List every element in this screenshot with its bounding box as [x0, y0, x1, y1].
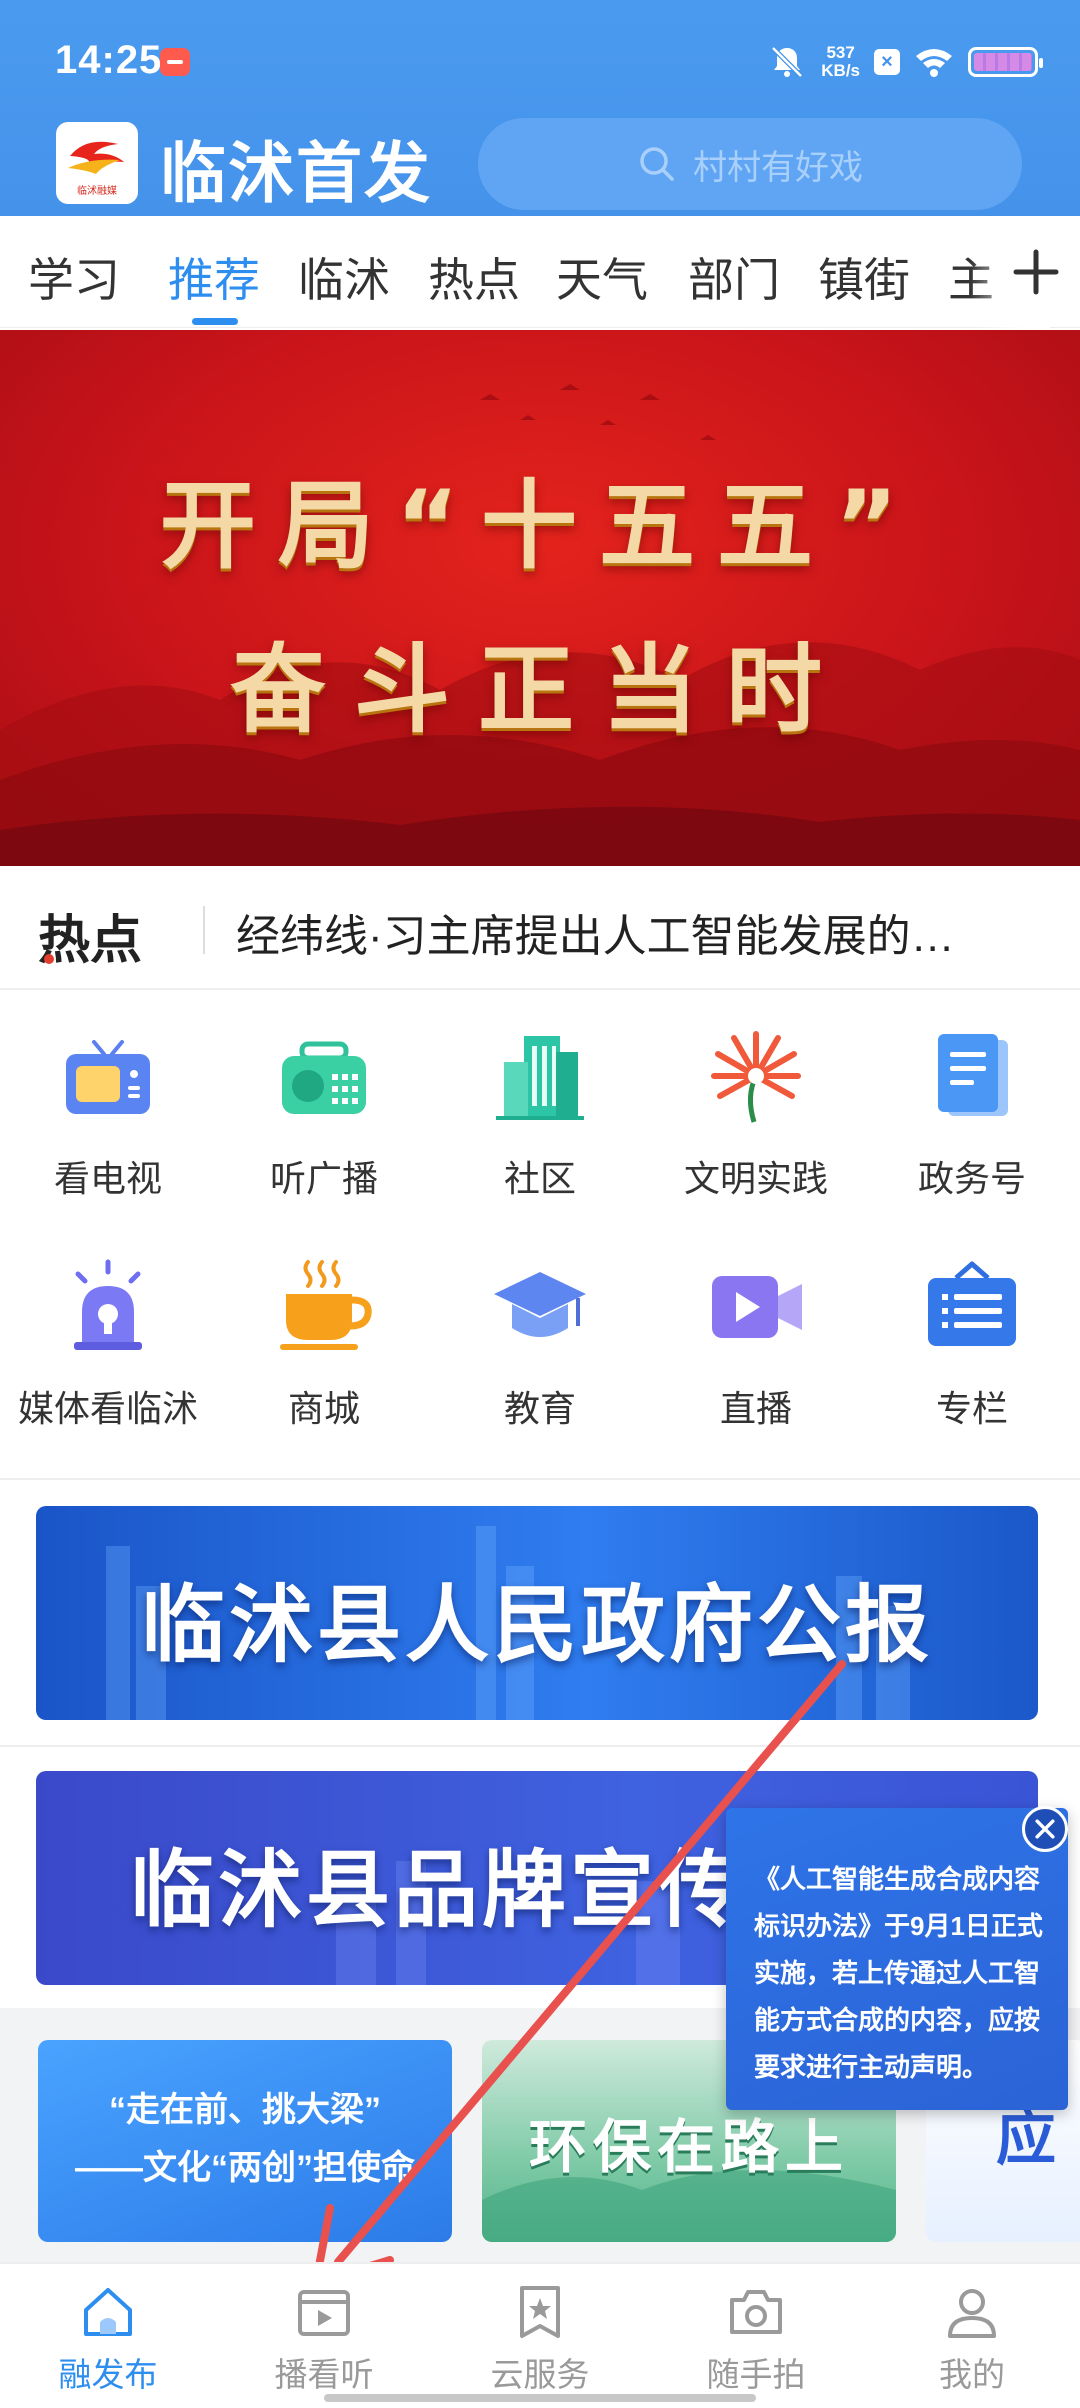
nav-publish[interactable]: 融发布	[0, 2264, 216, 2408]
net-speed: 537 KB/s	[821, 44, 860, 80]
service-media-linshu[interactable]: 媒体看临沭	[0, 1220, 216, 1429]
channel-tabs: 学习 推荐 临沭 热点 天气 部门 镇街 主	[0, 216, 1080, 328]
alarm-light-icon	[74, 1259, 142, 1350]
search-placeholder: 村村有好戏	[693, 148, 863, 187]
section-divider	[0, 1745, 1080, 1747]
service-label: 专栏	[935, 1388, 1008, 1429]
service-grid: 看电视 听广播 社区 文明实践 政务号 媒体看临沭 商城 教育 直播 专栏	[0, 990, 1080, 1480]
hot-news-dot	[44, 954, 54, 964]
app-header: 14:25 537 KB/s × 临沭融媒 临沭首发 村村有好戏	[0, 0, 1080, 216]
x-app-icon: ×	[874, 49, 900, 75]
home-indicator[interactable]	[324, 2394, 756, 2402]
wifi-icon	[916, 49, 952, 77]
nav-label: 融发布	[58, 2356, 158, 2393]
nav-label: 云服务	[490, 2356, 590, 2393]
tab-study[interactable]: 学习	[28, 244, 120, 310]
logo-mark: 临沭融媒	[68, 141, 124, 197]
service-label: 社区	[503, 1158, 576, 1199]
card-line: ——文化“两创”担使命	[75, 2149, 415, 2187]
card-line: “走在前、挑大梁”	[109, 2091, 381, 2129]
logo-caption: 临沭融媒	[77, 184, 117, 197]
radio-icon	[282, 1041, 366, 1114]
card-culture[interactable]: “走在前、挑大梁” ——文化“两创”担使命	[38, 2040, 452, 2242]
notification-app-icon	[160, 48, 190, 76]
hot-news-ticker[interactable]: 热点 经纬线·习主席提出人工智能发展的…	[0, 866, 1080, 990]
status-time: 14:25	[55, 38, 163, 82]
video-camera-icon	[712, 1276, 802, 1338]
home-icon	[84, 2288, 132, 2336]
gov-bulletin-banner[interactable]: 临沭县人民政府公报	[36, 1506, 1038, 1720]
battery-level	[974, 53, 1032, 71]
hot-news-label: 热点	[38, 910, 143, 971]
service-column[interactable]: 专栏	[864, 1220, 1080, 1429]
service-label: 政务号	[917, 1158, 1026, 1199]
mountain-illustration	[0, 384, 1080, 866]
service-label: 文明实践	[683, 1158, 828, 1199]
camera-icon	[730, 2290, 782, 2334]
video-play-icon	[298, 2290, 350, 2336]
tab-linshu[interactable]: 临沭	[298, 244, 390, 310]
add-channel-icon[interactable]	[1010, 246, 1062, 298]
column-board-icon	[928, 1261, 1016, 1346]
service-radio[interactable]: 听广播	[216, 990, 432, 1199]
tab-hot[interactable]: 热点	[428, 244, 520, 310]
nav-cloud-service[interactable]: 云服务	[432, 2264, 648, 2408]
net-speed-unit: KB/s	[821, 61, 860, 80]
person-icon	[948, 2289, 996, 2338]
service-mall[interactable]: 商城	[216, 1220, 432, 1429]
ai-content-notice[interactable]: 《人工智能生成合成内容标识办法》于9月1日正式实施，若上传通过人工智能方式合成的…	[726, 1808, 1068, 2110]
hot-news-headline[interactable]: 经纬线·习主席提出人工智能发展的…	[236, 900, 1036, 964]
app-logo[interactable]: 临沭融媒	[56, 122, 138, 204]
nav-label: 随手拍	[706, 2356, 806, 2393]
status-bar: 14:25 537 KB/s ×	[0, 0, 1080, 120]
status-indicators: 537 KB/s ×	[767, 40, 1043, 84]
tab-recommend[interactable]: 推荐	[168, 244, 260, 310]
hot-news-divider	[203, 906, 205, 954]
nav-watch-listen[interactable]: 播看听	[216, 2264, 432, 2408]
building-icon	[496, 1036, 584, 1120]
tv-icon	[66, 1040, 150, 1114]
graduation-cap-icon	[494, 1272, 586, 1337]
nav-mine[interactable]: 我的	[864, 2264, 1080, 2408]
nav-snapshot[interactable]: 随手拍	[648, 2264, 864, 2408]
net-speed-value: 537	[826, 43, 855, 62]
service-civilization-practice[interactable]: 文明实践	[648, 990, 864, 1199]
service-community[interactable]: 社区	[432, 990, 648, 1199]
battery-icon	[968, 47, 1043, 77]
banner-headline-2: 奋斗正当时	[230, 634, 850, 746]
search-bar[interactable]: 村村有好戏	[478, 118, 1022, 210]
service-education[interactable]: 教育	[432, 1220, 648, 1429]
service-watch-tv[interactable]: 看电视	[0, 990, 216, 1199]
promo-title: 临沭县人民政府公报	[140, 1576, 933, 1674]
search-icon	[640, 147, 674, 181]
nav-label: 播看听	[274, 2356, 374, 2393]
service-label: 教育	[503, 1388, 576, 1429]
tab-towns[interactable]: 镇街	[818, 244, 910, 310]
tab-departments[interactable]: 部门	[688, 244, 780, 310]
notice-text: 《人工智能生成合成内容标识办法》于9月1日正式实施，若上传通过人工智能方式合成的…	[754, 1864, 1043, 2082]
active-tab-indicator	[192, 318, 238, 325]
service-label: 直播	[719, 1388, 792, 1429]
app-title: 临沭首发	[160, 135, 432, 212]
service-live[interactable]: 直播	[648, 1220, 864, 1429]
service-label: 商城	[287, 1388, 360, 1429]
coffee-cup-icon	[280, 1260, 372, 1350]
service-government-account[interactable]: 政务号	[864, 990, 1080, 1199]
banner-headline-1: 开局“十五五”	[159, 470, 921, 582]
flower-icon	[711, 1031, 801, 1123]
card-title: 环保在路上	[528, 2115, 849, 2180]
service-label: 看电视	[53, 1158, 162, 1199]
close-icon[interactable]	[1022, 1806, 1068, 1852]
document-icon	[938, 1034, 1008, 1116]
bottom-navigation: 融发布 播看听 云服务 随手拍 我的	[0, 2262, 1080, 2408]
nav-label: 我的	[939, 2356, 1005, 2393]
service-label: 听广播	[269, 1158, 378, 1199]
star-bookmark-icon	[520, 2286, 560, 2338]
bell-off-icon	[771, 46, 804, 78]
tab-weather[interactable]: 天气	[556, 244, 648, 310]
hero-banner[interactable]: 开局“十五五” 奋斗正当时	[0, 330, 1080, 866]
service-label: 媒体看临沭	[17, 1388, 198, 1429]
